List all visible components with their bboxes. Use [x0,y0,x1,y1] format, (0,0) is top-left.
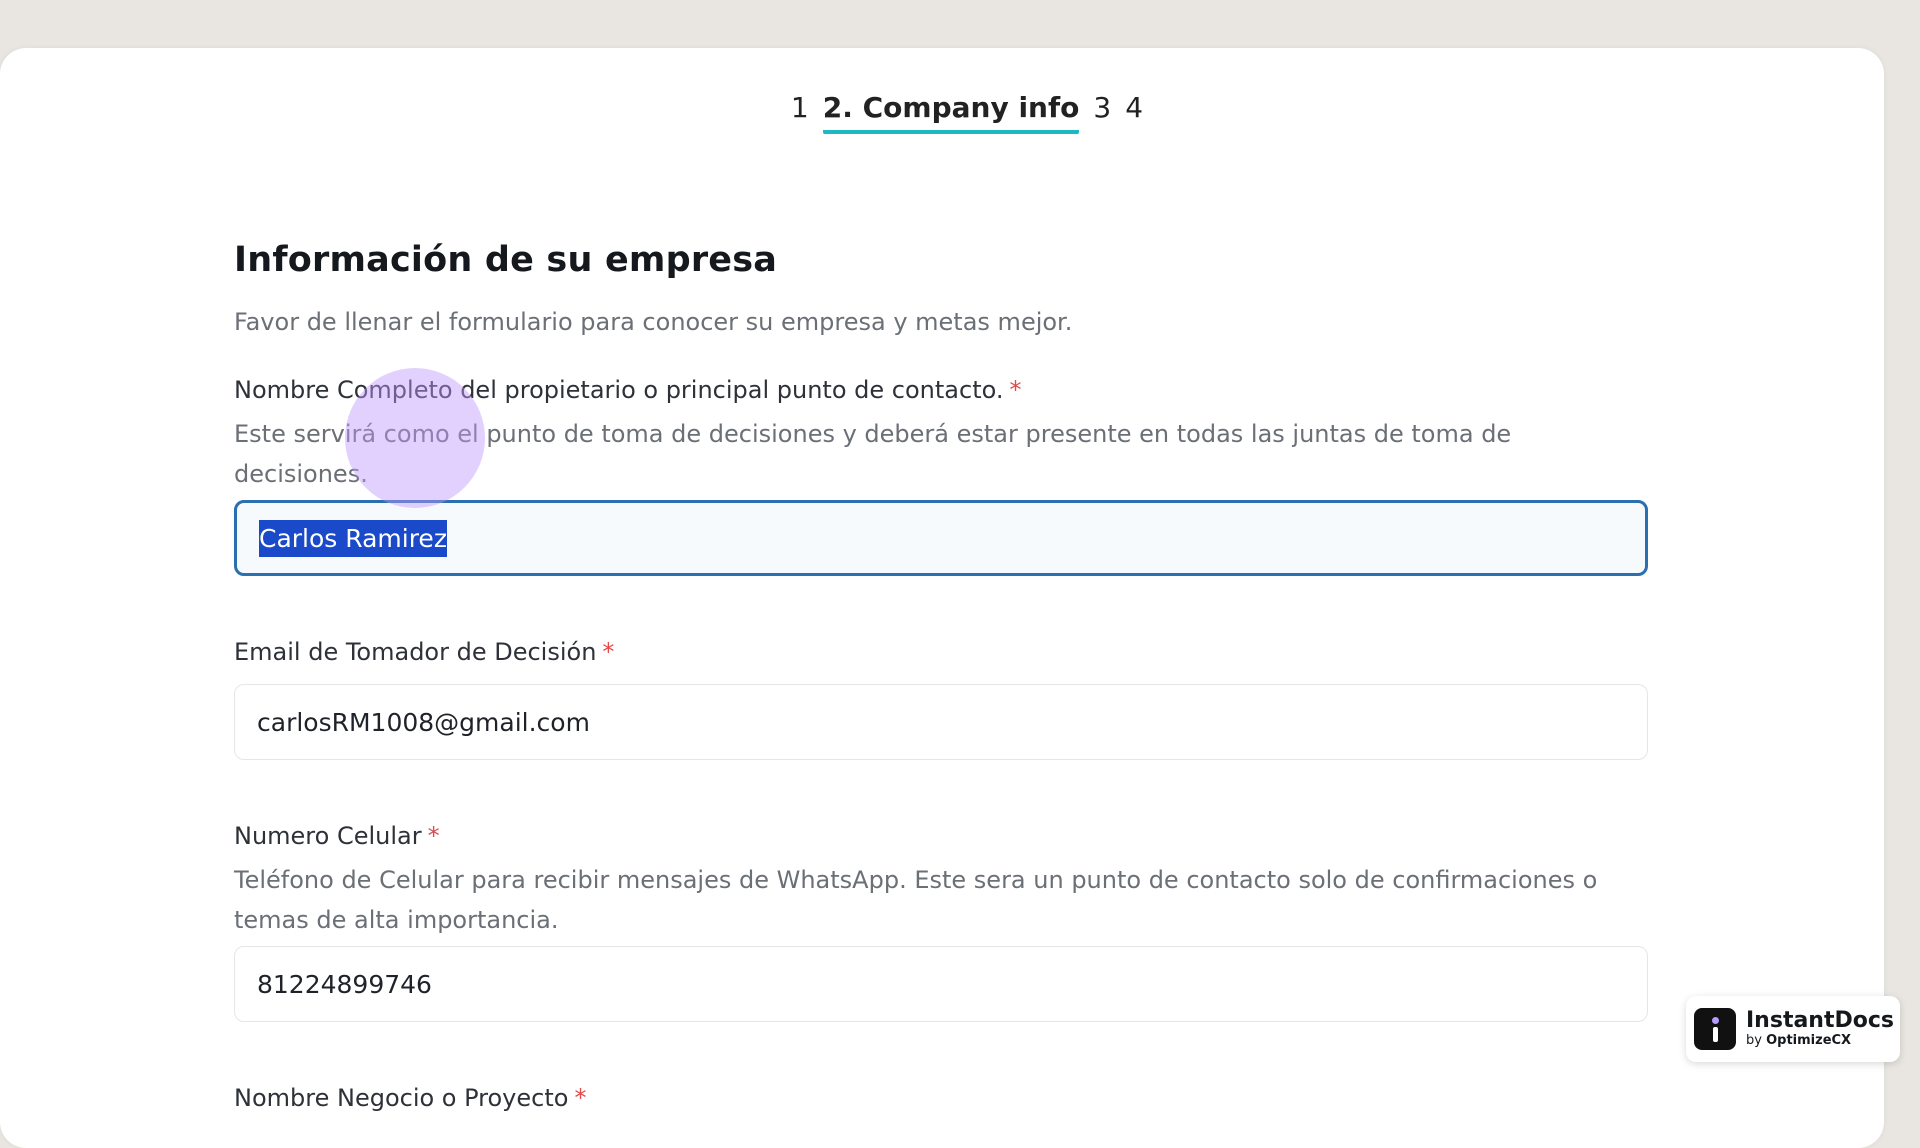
required-asterisk: * [602,638,615,666]
phone-field: Numero Celular * Teléfono de Celular para… [234,822,1648,1022]
phone-value: 81224899746 [257,969,432,999]
page-title: Información de su empresa [234,240,778,280]
email-value: carlosRM1008@gmail.com [257,707,590,737]
step-1[interactable]: 1 [791,88,809,128]
owner-name-value: Carlos Ramirez [259,519,447,557]
instantdocs-badge[interactable]: InstantDocs by OptimizeCX [1686,996,1900,1062]
step-4[interactable]: 4 [1125,88,1143,128]
brand-byline: by OptimizeCX [1746,1033,1852,1048]
owner-name-help: Este servirá como el punto de toma de de… [234,420,1512,488]
owner-name-input[interactable]: Carlos Ramirez [234,500,1648,576]
brand-name: InstantDocs [1746,1008,1894,1033]
phone-label: Numero Celular * [234,822,440,850]
step-3[interactable]: 3 [1093,88,1111,128]
required-asterisk: * [1009,376,1022,404]
page-subtitle: Favor de llenar el formulario para conoc… [234,308,1073,336]
form-content: Información de su empresa Favor de llena… [234,240,1648,1112]
required-asterisk: * [427,822,440,850]
required-asterisk: * [574,1084,587,1112]
business-name-label: Nombre Negocio o Proyecto * [234,1084,587,1112]
step-2-company-info[interactable]: 2. Company info [822,88,1080,134]
email-input[interactable]: carlosRM1008@gmail.com [234,684,1648,760]
phone-input[interactable]: 81224899746 [234,946,1648,1022]
owner-name-label: Nombre Completo del propietario o princi… [234,376,1022,404]
business-name-field: Nombre Negocio o Proyecto * [234,1084,1648,1112]
email-field: Email de Tomador de Decisión * carlosRM10… [234,638,1648,760]
form-stepper: 1 2. Company info 3 4 [0,88,1884,134]
instantdocs-logo-icon [1694,1008,1736,1050]
email-label: Email de Tomador de Decisión * [234,638,615,666]
owner-name-field: Nombre Completo del propietario o princi… [234,376,1648,576]
phone-help: Teléfono de Celular para recibir mensaje… [234,866,1598,934]
